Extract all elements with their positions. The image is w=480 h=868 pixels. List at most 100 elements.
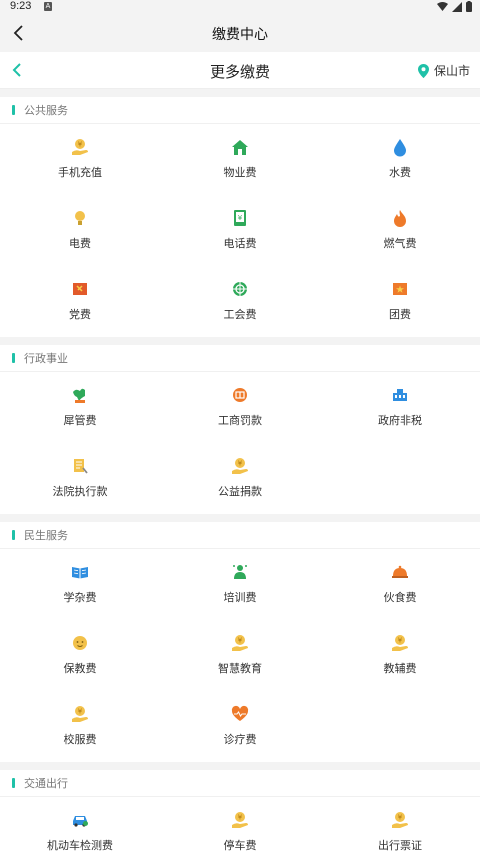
section-accent-bar (12, 353, 15, 363)
phone-bill-icon: ¥ (230, 208, 250, 228)
section-header: 交通出行 (0, 770, 480, 797)
water-drop-icon (390, 137, 410, 157)
coin-hand-icon: ¥ (230, 456, 250, 476)
section-title: 民生服务 (24, 530, 68, 542)
service-item[interactable]: ¥ 手机充值 (0, 124, 160, 195)
signal-icon (452, 1, 462, 12)
service-label: 培训费 (223, 592, 257, 604)
svg-text:¥: ¥ (238, 460, 243, 468)
service-label: 公益捐款 (218, 486, 262, 498)
service-item[interactable]: ¥ 教辅费 (320, 620, 480, 691)
service-grid: ¥ 手机充值 物业费 水费电费 ¥ 电话费 燃气费党费 工会费 团费 (0, 124, 480, 337)
page-title: 缴费中心 (212, 26, 268, 42)
battery-icon (466, 1, 472, 12)
service-label: 燃气费 (383, 238, 417, 250)
svg-text:¥: ¥ (238, 814, 243, 822)
service-item[interactable]: 燃气费 (320, 195, 480, 266)
service-label: 电话费 (223, 238, 257, 250)
service-label: 手机充值 (58, 167, 102, 179)
sub-title: 更多缴费 (209, 64, 270, 81)
service-item[interactable]: ¥ 停车费 (160, 797, 320, 868)
section-accent-bar (12, 778, 15, 788)
section-gap (0, 337, 480, 345)
section-0: 公共服务 ¥ 手机充值 物业费 水费电费 ¥ 电话费 燃气费党费 工会费 团费 (0, 97, 480, 337)
sections-container: 公共服务 ¥ 手机充值 物业费 水费电费 ¥ 电话费 燃气费党费 工会费 团费行政事业 犀管费 工商罚… (0, 89, 480, 868)
section-title: 公共服务 (24, 105, 68, 117)
party-flag-icon (70, 279, 90, 299)
food-dome-icon (390, 562, 410, 582)
section-accent-bar (12, 530, 15, 540)
government-building-icon (390, 385, 410, 405)
service-label: 电费 (69, 238, 91, 250)
service-item[interactable]: 电费 (0, 195, 160, 266)
service-item[interactable]: 诊疗费 (160, 691, 320, 762)
coin-hand-icon: ¥ (230, 810, 250, 830)
city-selector[interactable]: 保山市 (417, 62, 470, 79)
service-item[interactable]: ¥ 校服费 (0, 691, 160, 762)
service-label: 水费 (389, 167, 411, 179)
trainer-icon (230, 562, 250, 582)
section-header: 公共服务 (0, 97, 480, 124)
svg-text:¥: ¥ (398, 814, 403, 822)
service-label: 教辅费 (383, 663, 417, 675)
service-item[interactable]: 党费 (0, 266, 160, 337)
service-item[interactable]: 机动车检测费 (0, 797, 160, 868)
service-item[interactable]: 伙食费 (320, 549, 480, 620)
lightbulb-icon (70, 208, 90, 228)
service-label: 校服费 (63, 734, 97, 746)
location-pin-icon (417, 63, 429, 78)
service-item[interactable]: ¥ 智慧教育 (160, 620, 320, 691)
section-gap (0, 762, 480, 770)
wifi-icon (437, 2, 448, 11)
service-label: 物业费 (223, 167, 257, 179)
service-item[interactable]: 犀管费 (0, 372, 160, 443)
service-item[interactable]: 政府非税 (320, 372, 480, 443)
coin-hand-icon: ¥ (390, 810, 410, 830)
service-grid: 学杂费 培训费 伙食费 保教费 ¥ 智慧教育 ¥ 教辅费 ¥ 校服费 诊疗费 (0, 549, 480, 762)
city-label: 保山市 (433, 64, 470, 78)
map-icon (70, 385, 90, 405)
service-item[interactable]: 培训费 (160, 549, 320, 620)
service-label: 党费 (69, 309, 91, 321)
service-label: 伙食费 (383, 592, 417, 604)
coin-hand-icon: ¥ (70, 137, 90, 157)
service-item[interactable]: 学杂费 (0, 549, 160, 620)
service-item[interactable]: ¥ 出行票证 (320, 797, 480, 868)
section-gap (0, 89, 480, 97)
service-item[interactable]: 法院执行款 (0, 443, 160, 514)
service-label: 诊疗费 (223, 734, 257, 746)
section-header: 行政事业 (0, 345, 480, 372)
service-item[interactable]: 团费 (320, 266, 480, 337)
flame-icon (390, 208, 410, 228)
section-accent-bar (12, 105, 15, 115)
service-label: 停车费 (223, 840, 257, 852)
service-item[interactable]: 工会费 (160, 266, 320, 337)
svg-text:¥: ¥ (238, 637, 243, 645)
service-item[interactable]: 保教费 (0, 620, 160, 691)
service-item[interactable]: ¥ 电话费 (160, 195, 320, 266)
service-label: 学杂费 (63, 592, 97, 604)
app-bar: 缴费中心 (0, 14, 480, 52)
car-icon (70, 810, 90, 830)
section-1: 行政事业 犀管费 工商罚款 政府非税法院执行款 ¥ 公益捐款 (0, 345, 480, 514)
fine-stamp-icon (230, 385, 250, 405)
svg-text:¥: ¥ (78, 708, 83, 716)
document-pen-icon (70, 456, 90, 476)
svg-text:¥: ¥ (78, 141, 83, 149)
service-item[interactable]: 水费 (320, 124, 480, 195)
section-header: 民生服务 (0, 522, 480, 549)
status-time: 9:23 (10, 0, 32, 12)
notification-icon: A (44, 2, 52, 11)
service-item[interactable]: ¥ 公益捐款 (160, 443, 320, 514)
service-grid: 犀管费 工商罚款 政府非税法院执行款 ¥ 公益捐款 (0, 372, 480, 514)
status-bar: 9:23 A (0, 0, 480, 14)
service-label: 政府非税 (378, 415, 422, 427)
star-flag-icon (390, 279, 410, 299)
coin-hand-icon: ¥ (390, 633, 410, 653)
heart-pulse-icon (230, 704, 250, 724)
coin-hand-icon: ¥ (70, 704, 90, 724)
svg-text:¥: ¥ (238, 214, 243, 222)
service-item[interactable]: 物业费 (160, 124, 320, 195)
service-label: 工会费 (223, 309, 257, 321)
service-item[interactable]: 工商罚款 (160, 372, 320, 443)
